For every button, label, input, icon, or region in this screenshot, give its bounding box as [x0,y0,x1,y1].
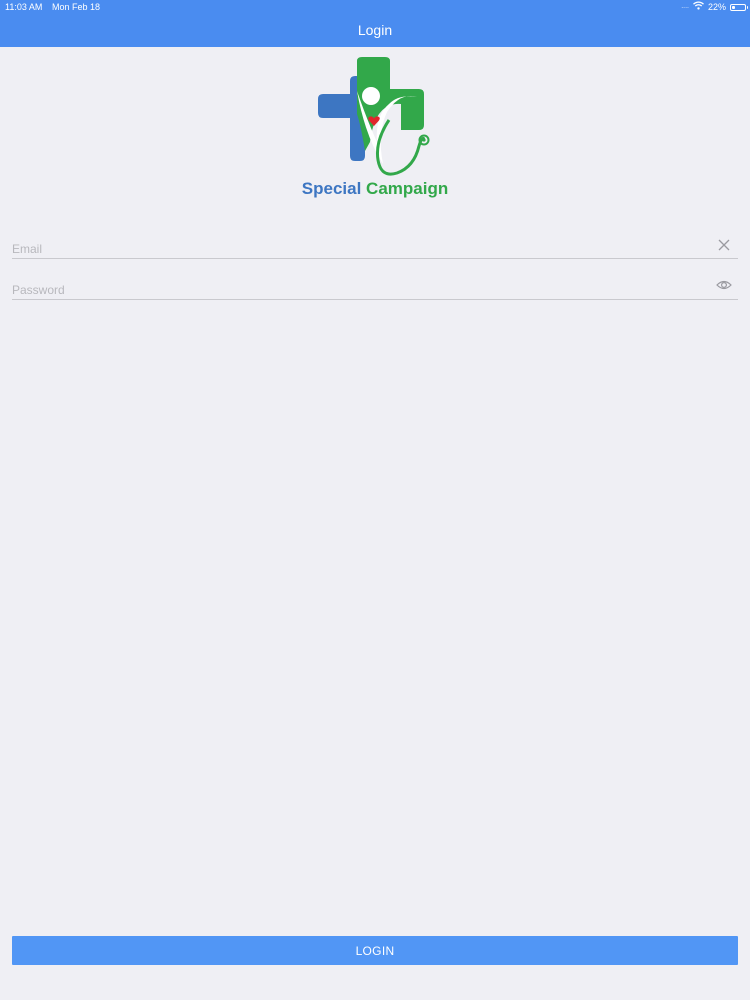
status-indicators: .... 22% [681,0,748,14]
status-bar: 11:03 AM Mon Feb 18 .... 22% [0,0,750,14]
logo-text-special: Special [301,179,362,198]
clear-icon[interactable] [716,238,732,254]
app-header: 11:03 AM Mon Feb 18 .... 22% Login [0,0,750,47]
status-time: 11:03 AM [5,2,43,12]
battery-percentage: 22% [707,2,726,12]
password-field[interactable] [12,281,702,299]
email-field[interactable] [12,240,702,258]
eye-icon[interactable] [716,279,732,295]
status-date: Mon Feb 18 [52,2,101,12]
medical-cross-icon [318,57,430,176]
wifi-icon [693,0,704,14]
figure-head [362,87,380,105]
logo-text: Special Campaign [300,179,450,199]
login-button[interactable]: LOGIN [12,936,738,965]
special-campaign-logo: Special Campaign [300,56,450,204]
page-title: Login [357,22,393,38]
password-field-container [12,279,738,300]
email-field-container [12,238,738,259]
signal-indicator: .... [681,3,689,10]
battery-icon [730,3,748,11]
battery-level [732,5,735,9]
logo-text-campaign: Campaign [366,179,449,198]
